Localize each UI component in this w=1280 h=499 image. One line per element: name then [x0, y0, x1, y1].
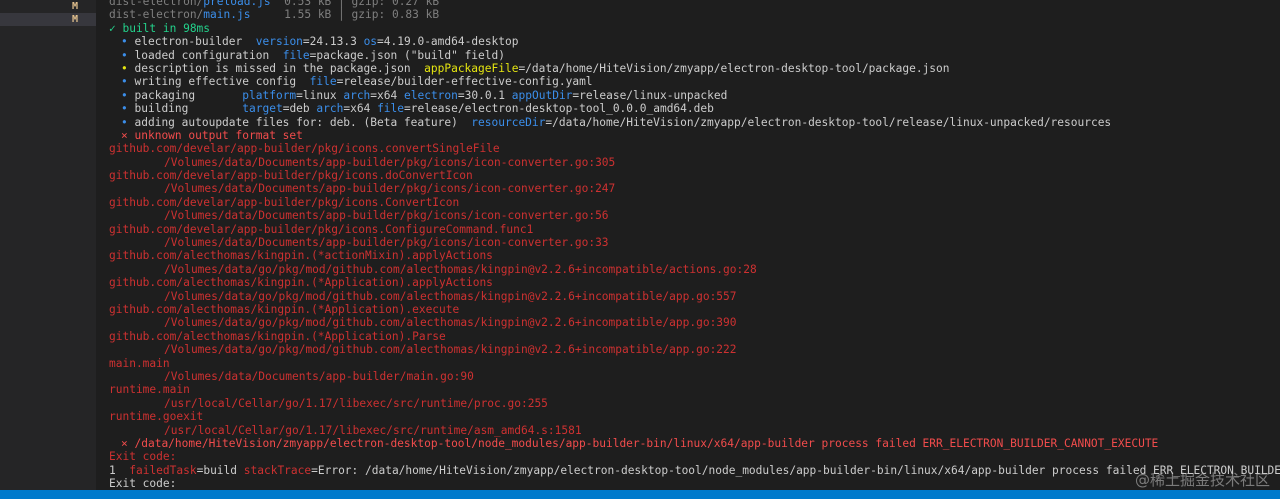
builder-error-line: ⨯ unknown output format set	[121, 128, 303, 142]
stack-path: /usr/local/Cellar/go/1.17/libexec/src/ru…	[164, 396, 548, 410]
modified-badge: M	[71, 1, 78, 12]
stack-func: github.com/develar/app-builder/pkg/icons…	[109, 169, 473, 183]
stack-func: runtime.main	[109, 383, 190, 397]
stack-func: github.com/alecthomas/kingpin.(*Applicat…	[109, 302, 460, 316]
terminal-panel[interactable]: dist-electron/preload.js 0.53 kB │ gzip:…	[96, 0, 1280, 490]
stack-path: /Volumes/data/go/pkg/mod/github.com/alec…	[164, 262, 757, 276]
stack-path: /Volumes/data/Documents/app-builder/pkg/…	[164, 209, 609, 223]
stack-func: github.com/develar/app-builder/pkg/icons…	[109, 195, 460, 209]
builder-log-line: • electron-builder version=24.13.3 os=4.…	[121, 35, 519, 49]
builder-log-line: • loaded configuration file=package.json…	[121, 48, 505, 62]
terminal-output: dist-electron/preload.js 0.53 kB │ gzip:…	[109, 0, 1280, 490]
stack-path: /Volumes/data/Documents/app-builder/pkg/…	[164, 182, 616, 196]
stack-func: main.main	[109, 356, 170, 370]
stack-func: github.com/alecthomas/kingpin.(*Applicat…	[109, 329, 446, 343]
modified-badge: M	[71, 14, 78, 25]
stack-func: github.com/develar/app-builder/pkg/icons…	[109, 222, 534, 236]
build-output-row: dist-electron/main.js 1.55 kB │ gzip: 0.…	[109, 8, 440, 22]
stack-path: /Volumes/data/Documents/app-builder/pkg/…	[164, 236, 609, 250]
stack-path: /Volumes/data/go/pkg/mod/github.com/alec…	[164, 289, 737, 303]
builder-log-line: • packaging platform=linux arch=x64 elec…	[121, 88, 728, 102]
watermark: @稀土掘金技术社区	[1134, 471, 1270, 489]
stack-path: /Volumes/data/Documents/app-builder/main…	[164, 369, 474, 383]
explorer-sidebar: M M	[0, 0, 97, 490]
stack-func: github.com/alecthomas/kingpin.(*Applicat…	[109, 276, 493, 290]
exit-code-label: Exit code:	[109, 477, 177, 490]
process-failed-line: ⨯ /data/home/HiteVision/zmyapp/electron-…	[121, 436, 1159, 450]
exit-code-label: Exit code:	[109, 450, 177, 464]
stack-path: /Volumes/data/Documents/app-builder/pkg/…	[164, 155, 616, 169]
built-in-line: ✓ built in 98ms	[109, 21, 211, 35]
stack-func: runtime.goexit	[109, 410, 204, 424]
explorer-item-selected[interactable]: M	[0, 13, 96, 26]
builder-log-line: • writing effective config file=release/…	[121, 75, 593, 89]
builder-log-line: • adding autoupdate files for: deb. (Bet…	[121, 115, 1112, 129]
stack-path: /Volumes/data/go/pkg/mod/github.com/alec…	[164, 343, 737, 357]
stack-func: github.com/alecthomas/kingpin.(*actionMi…	[109, 249, 493, 263]
builder-warning-line: • description is missed in the package.j…	[121, 61, 950, 75]
status-bar	[0, 490, 1280, 499]
stack-path: /usr/local/Cellar/go/1.17/libexec/src/ru…	[164, 423, 582, 437]
failed-task-line: 1 failedTask=build stackTrace=Error: /da…	[109, 463, 1280, 477]
stack-func: github.com/develar/app-builder/pkg/icons…	[109, 142, 500, 156]
builder-log-line: • building target=deb arch=x64 file=rele…	[121, 102, 714, 116]
explorer-item[interactable]: M	[0, 0, 96, 13]
stack-path: /Volumes/data/go/pkg/mod/github.com/alec…	[164, 316, 737, 330]
